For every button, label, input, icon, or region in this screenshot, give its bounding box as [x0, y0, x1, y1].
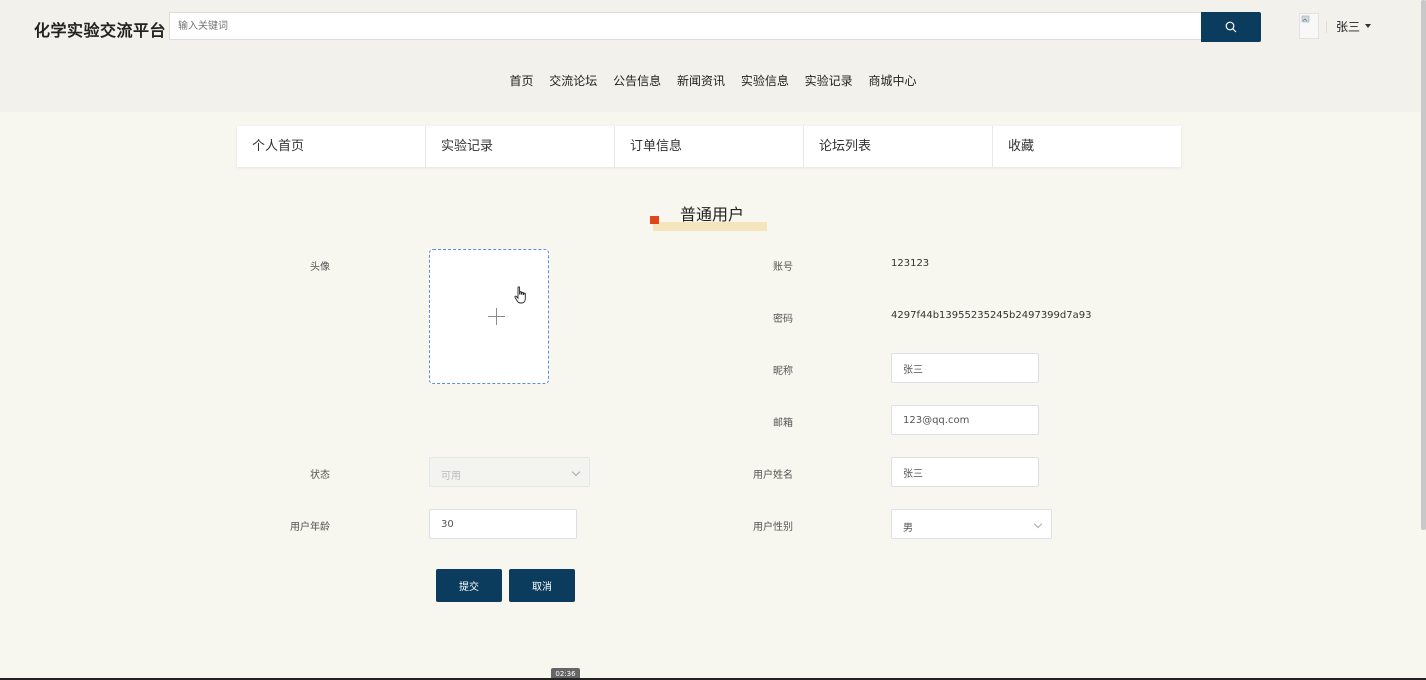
- user-center-nav: 个人首页 实验记录 订单信息 论坛列表 收藏: [237, 126, 1181, 167]
- nav-item-shop[interactable]: 商城中心: [869, 72, 917, 89]
- search-icon: [1225, 21, 1237, 33]
- nickname-field[interactable]: [891, 353, 1039, 383]
- search-button[interactable]: [1201, 12, 1261, 42]
- nav-item-experiment-records[interactable]: 实验记录: [805, 72, 853, 89]
- search-input[interactable]: [170, 13, 1201, 39]
- caret-down-icon[interactable]: [1365, 24, 1371, 28]
- subnav-item-experiment-records[interactable]: 实验记录: [426, 126, 615, 167]
- user-divider: [1326, 21, 1327, 33]
- nav-item-home[interactable]: 首页: [509, 72, 533, 89]
- status-select-value: 可用: [441, 471, 461, 482]
- subnav-item-forum-list[interactable]: 论坛列表: [804, 126, 993, 167]
- subnav-item-profile[interactable]: 个人首页: [237, 126, 426, 167]
- age-input[interactable]: [430, 510, 576, 538]
- site-logo[interactable]: 化学实验交流平台: [34, 17, 166, 41]
- account-label: 账号: [773, 262, 793, 273]
- email-label: 邮箱: [773, 418, 793, 429]
- account-value: 123123: [891, 258, 930, 269]
- age-label: 用户年龄: [290, 522, 330, 533]
- subnav-item-favorites[interactable]: 收藏: [993, 126, 1181, 167]
- gender-label: 用户性别: [753, 522, 793, 533]
- avatar-label: 头像: [310, 262, 330, 273]
- nickname-input[interactable]: [892, 354, 1038, 382]
- gender-select[interactable]: 男: [891, 509, 1052, 539]
- age-field[interactable]: [429, 509, 577, 539]
- chevron-down-icon: [571, 467, 581, 477]
- email-field[interactable]: [891, 405, 1039, 435]
- nav-item-announcements[interactable]: 公告信息: [613, 72, 661, 89]
- search-box[interactable]: [169, 12, 1201, 40]
- chevron-down-icon[interactable]: [1033, 519, 1043, 529]
- status-label: 状态: [310, 470, 330, 481]
- main-nav: 首页 交流论坛 公告信息 新闻资讯 实验信息 实验记录 商城中心: [0, 72, 1426, 89]
- broken-avatar-icon[interactable]: [1299, 13, 1319, 39]
- nav-item-forum[interactable]: 交流论坛: [549, 72, 597, 89]
- page-title: 普通用户: [680, 205, 745, 224]
- password-value: 4297f44b13955235245b2497399d7a93: [891, 310, 1092, 321]
- nav-item-news[interactable]: 新闻资讯: [677, 72, 725, 89]
- gender-select-value: 男: [903, 523, 913, 534]
- cancel-button[interactable]: 取消: [509, 569, 575, 602]
- user-menu-name[interactable]: 张三: [1336, 18, 1360, 35]
- realname-input[interactable]: [892, 458, 1038, 486]
- realname-field[interactable]: [891, 457, 1039, 487]
- plus-icon-vertical: [496, 308, 497, 325]
- subnav-item-orders[interactable]: 订单信息: [615, 126, 804, 167]
- status-select: 可用: [429, 457, 590, 487]
- nav-item-experiments[interactable]: 实验信息: [741, 72, 789, 89]
- realname-label: 用户姓名: [753, 470, 793, 481]
- title-marker: [650, 216, 659, 224]
- submit-button[interactable]: 提交: [436, 569, 502, 602]
- nickname-label: 昵称: [773, 366, 793, 377]
- page-scrollbar[interactable]: [1421, 0, 1426, 530]
- password-label: 密码: [773, 314, 793, 325]
- email-input[interactable]: [892, 406, 1038, 434]
- hand-pointer-icon: [514, 286, 526, 304]
